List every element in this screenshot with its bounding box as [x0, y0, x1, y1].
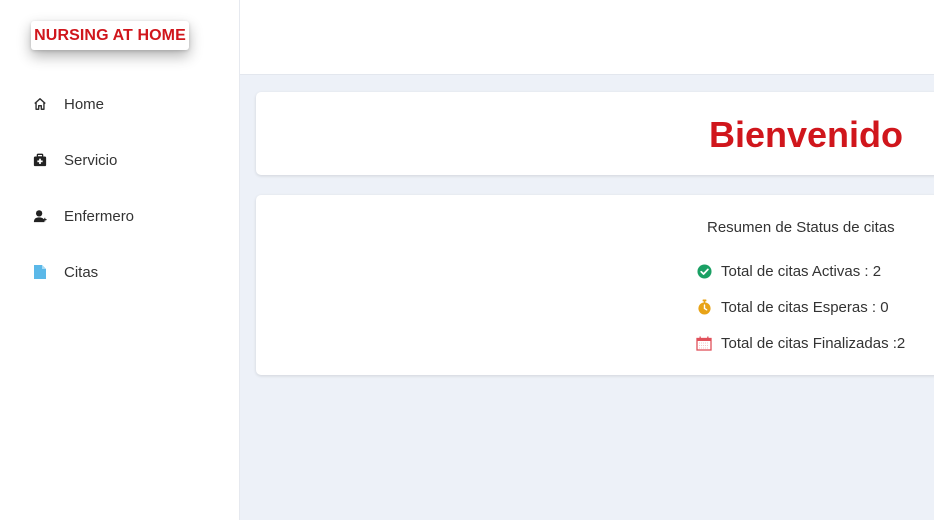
sidebar-item-label: Servicio [64, 151, 118, 169]
summary-title: Resumen de Status de citas [707, 219, 895, 236]
top-bar [240, 0, 934, 75]
stat-text: Total de citas Activas : 2 [721, 262, 882, 280]
welcome-card: Bienvenido [256, 92, 934, 175]
home-icon [32, 96, 48, 112]
stat-waiting: Total de citas Esperas : 0 [696, 297, 889, 317]
sidebar-item-label: Enfermero [64, 207, 135, 225]
stat-text: Total de citas Esperas : 0 [721, 298, 889, 316]
sidebar-item-servicio[interactable]: Servicio [0, 132, 240, 188]
main-content: Bienvenido Resumen de Status de citas To… [240, 75, 934, 520]
sidebar-item-home[interactable]: Home [0, 76, 240, 132]
sidebar-item-enfermero[interactable]: Enfermero [0, 188, 240, 244]
document-icon [32, 264, 48, 280]
calendar-icon [696, 335, 712, 351]
summary-card: Resumen de Status de citas Total de cita… [256, 195, 934, 375]
sidebar: NURSING AT HOME Home Servicio Enfermero … [0, 0, 240, 520]
brand-logo[interactable]: NURSING AT HOME [31, 21, 189, 50]
check-circle-icon [696, 263, 712, 279]
medkit-icon [32, 152, 48, 168]
sidebar-nav: Home Servicio Enfermero Citas [0, 76, 240, 300]
sidebar-item-label: Home [64, 95, 105, 113]
stat-active: Total de citas Activas : 2 [696, 261, 881, 281]
sidebar-item-citas[interactable]: Citas [0, 244, 240, 300]
sidebar-item-label: Citas [64, 263, 99, 281]
page-title: Bienvenido [709, 114, 904, 155]
stat-text: Total de citas Finalizadas :2 [721, 334, 906, 352]
stat-finished: Total de citas Finalizadas :2 [696, 333, 905, 353]
app-window: NURSING AT HOME Home Servicio Enfermero … [0, 0, 934, 520]
nurse-icon [32, 208, 48, 224]
stopwatch-icon [696, 299, 712, 315]
brand-name: NURSING AT HOME [34, 26, 186, 44]
